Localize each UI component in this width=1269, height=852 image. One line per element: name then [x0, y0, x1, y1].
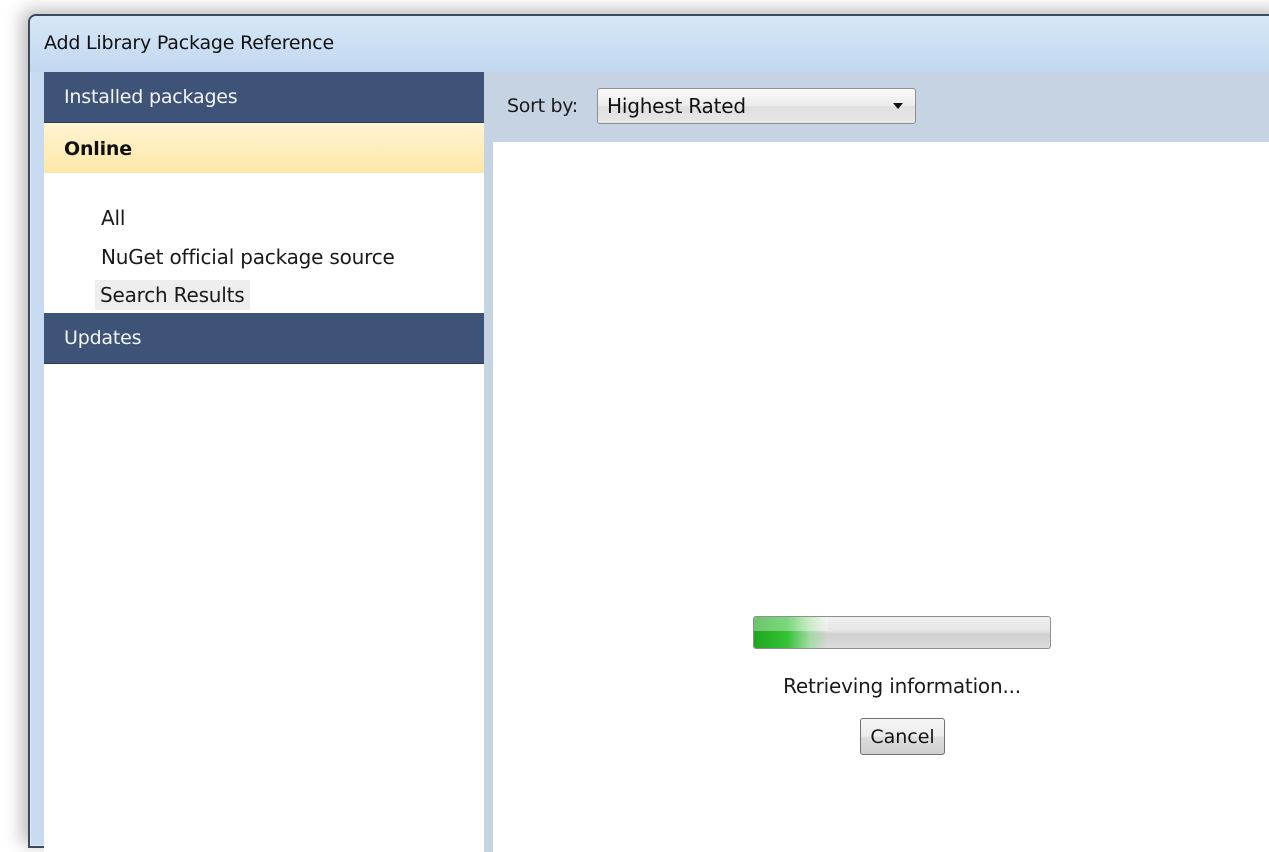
loading-progress-bar: [753, 616, 1051, 649]
package-source-sidebar: Installed packages Online All NuGet offi…: [44, 72, 493, 852]
sort-toolbar: Sort by: Highest Rated: [493, 72, 1269, 142]
sort-by-selected-value: Highest Rated: [607, 94, 746, 118]
window-title: Add Library Package Reference: [44, 32, 334, 54]
sidebar-section-installed-packages[interactable]: Installed packages: [44, 72, 484, 123]
sidebar-item-nuget-official-source[interactable]: NuGet official package source: [97, 242, 399, 272]
title-bar[interactable]: Add Library Package Reference: [30, 16, 1269, 72]
sort-by-dropdown[interactable]: Highest Rated: [597, 88, 916, 124]
sort-by-label: Sort by:: [507, 95, 578, 117]
sidebar-item-search-results[interactable]: Search Results: [95, 280, 250, 310]
sidebar-section-updates[interactable]: Updates: [44, 313, 484, 364]
cancel-button[interactable]: Cancel: [860, 718, 945, 755]
progress-bar-fill: [754, 617, 828, 648]
package-results-area: Retrieving information... Cancel: [493, 142, 1269, 852]
sidebar-section-online[interactable]: Online: [44, 123, 484, 173]
loading-status-text: Retrieving information...: [783, 674, 1021, 698]
sidebar-item-all[interactable]: All: [97, 203, 129, 233]
package-list-pane: Sort by: Highest Rated Retrieving inform…: [493, 72, 1269, 852]
chevron-down-icon[interactable]: [893, 103, 903, 109]
dialog-window: Add Library Package Reference Installed …: [28, 14, 1269, 852]
